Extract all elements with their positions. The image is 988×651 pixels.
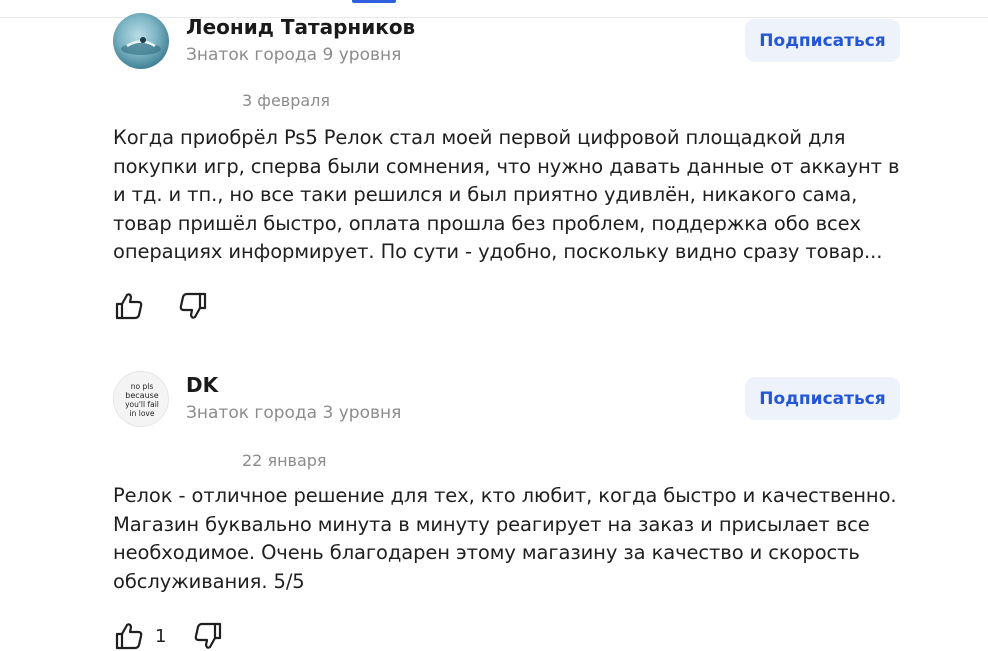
avatar-image: no pls because you'll fail in love <box>125 382 159 418</box>
review-reactions: 1 <box>113 620 224 651</box>
review-text-line: Релок - отличное решение для тех, кто лю… <box>113 484 897 507</box>
like-count: 1 <box>155 625 167 647</box>
avatar-text: in love <box>130 409 155 418</box>
avatar-text: no pls <box>131 382 154 391</box>
subscribe-button[interactable]: Подписаться <box>745 377 900 420</box>
author-level: Знаток города 3 уровня <box>186 403 402 423</box>
dislike-button[interactable] <box>192 621 224 651</box>
review-text-line: обслуживания. 5/5 <box>113 569 305 593</box>
review-date: 22 января <box>242 451 327 470</box>
avatar-text: because <box>125 391 159 400</box>
thumbs-up-icon <box>115 623 143 650</box>
author-avatar[interactable]: no pls because you'll fail in love <box>113 371 169 427</box>
reviews-page: Леонид Татарников Знаток города 9 уровня… <box>0 0 988 651</box>
author-name[interactable]: DK <box>186 373 218 397</box>
review-text-line: необходимое. Очень благодарен этому мага… <box>113 541 860 564</box>
avatar-text: you'll fail <box>125 400 159 409</box>
like-button[interactable]: 1 <box>113 621 166 651</box>
thumbs-down-icon <box>195 622 222 649</box>
review-text: Релок - отличное решение для тех, кто лю… <box>113 482 933 596</box>
review-card: no pls because you'll fail in love DK Зн… <box>0 0 988 651</box>
review-text-line: Магазин буквально минута в минуту реагир… <box>113 512 870 536</box>
